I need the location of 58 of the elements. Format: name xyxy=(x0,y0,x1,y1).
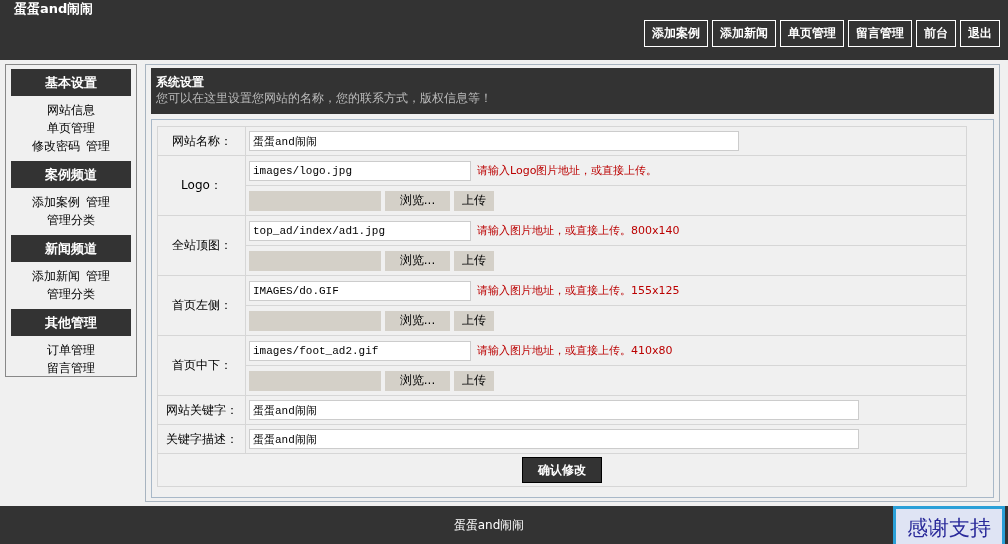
path-field[interactable]: IMAGES/do.GIF xyxy=(249,280,471,301)
sidebar-link[interactable]: 留言管理 xyxy=(47,361,95,375)
file-field[interactable] xyxy=(249,370,381,391)
file-field[interactable] xyxy=(249,250,381,271)
sidebar-link[interactable]: 管理 xyxy=(86,139,110,153)
path-field[interactable]: top_ad/index/ad1.jpg xyxy=(249,220,471,241)
upload-button[interactable]: 上传 xyxy=(454,190,494,211)
sidebar-link[interactable]: 单页管理 xyxy=(47,121,95,135)
sidebar-link[interactable]: 添加案例 xyxy=(32,195,80,209)
path-field[interactable]: images/logo.jpg xyxy=(249,160,471,181)
support-badge[interactable]: 感谢支持 xyxy=(893,506,1005,544)
footer-text: 蛋蛋and闹闹 xyxy=(453,516,525,534)
file-field[interactable] xyxy=(249,310,381,331)
field-label: 首页中下： xyxy=(157,335,246,396)
sidebar-heading: 新闻频道 xyxy=(11,235,131,262)
nav-button[interactable]: 单页管理 xyxy=(780,20,844,47)
nav-button[interactable]: 退出 xyxy=(960,20,1000,47)
panel-description: 您可以在这里设置您网站的名称，您的联系方式，版权信息等！ xyxy=(156,90,492,106)
field-hint: 请输入图片地址，或直接上传。410x80 xyxy=(477,343,673,358)
upload-button[interactable]: 上传 xyxy=(454,310,494,331)
nav-button[interactable]: 前台 xyxy=(916,20,956,47)
text-field[interactable]: 蛋蛋and闹闹 xyxy=(249,131,739,151)
nav-button[interactable]: 添加案例 xyxy=(644,20,708,47)
field-hint: 请输入图片地址，或直接上传。800x140 xyxy=(477,223,680,238)
site-title: 蛋蛋and闹闹 xyxy=(14,1,94,17)
upload-button[interactable]: 上传 xyxy=(454,370,494,391)
sidebar-heading: 案例频道 xyxy=(11,161,131,188)
field-hint: 请输入图片地址，或直接上传。155x125 xyxy=(477,283,680,298)
field-label: 全站顶图： xyxy=(157,215,246,276)
field-label: 关键字描述： xyxy=(157,424,246,454)
text-field[interactable]: 蛋蛋and闹闹 xyxy=(249,429,859,449)
sidebar-link[interactable]: 管理 xyxy=(86,269,110,283)
sidebar-heading: 其他管理 xyxy=(11,309,131,336)
sidebar-link[interactable]: 管理 xyxy=(86,195,110,209)
text-field[interactable]: 蛋蛋and闹闹 xyxy=(249,400,859,420)
field-label: 网站关键字： xyxy=(157,395,246,425)
nav-button[interactable]: 添加新闻 xyxy=(712,20,776,47)
panel-title: 系统设置 xyxy=(156,74,204,90)
nav-button[interactable]: 留言管理 xyxy=(848,20,912,47)
sidebar-heading: 基本设置 xyxy=(11,69,131,96)
sidebar-link[interactable]: 管理分类 xyxy=(47,287,95,301)
field-hint: 请输入Logo图片地址，或直接上传。 xyxy=(477,163,658,178)
browse-button[interactable]: 浏览... xyxy=(385,190,450,211)
browse-button[interactable]: 浏览... xyxy=(385,310,450,331)
submit-button[interactable]: 确认修改 xyxy=(522,457,602,483)
sidebar-link[interactable]: 添加新闻 xyxy=(32,269,80,283)
path-field[interactable]: images/foot_ad2.gif xyxy=(249,340,471,361)
file-field[interactable] xyxy=(249,190,381,211)
field-label: 首页左侧： xyxy=(157,275,246,336)
sidebar-link[interactable]: 管理分类 xyxy=(47,213,95,227)
sidebar-link[interactable]: 网站信息 xyxy=(47,103,95,117)
browse-button[interactable]: 浏览... xyxy=(385,250,450,271)
browse-button[interactable]: 浏览... xyxy=(385,370,450,391)
upload-button[interactable]: 上传 xyxy=(454,250,494,271)
sidebar-link[interactable]: 订单管理 xyxy=(47,343,95,357)
sidebar-link[interactable]: 修改密码 xyxy=(32,139,80,153)
field-label: Logo： xyxy=(157,155,246,216)
field-label: 网站名称： xyxy=(157,126,246,156)
